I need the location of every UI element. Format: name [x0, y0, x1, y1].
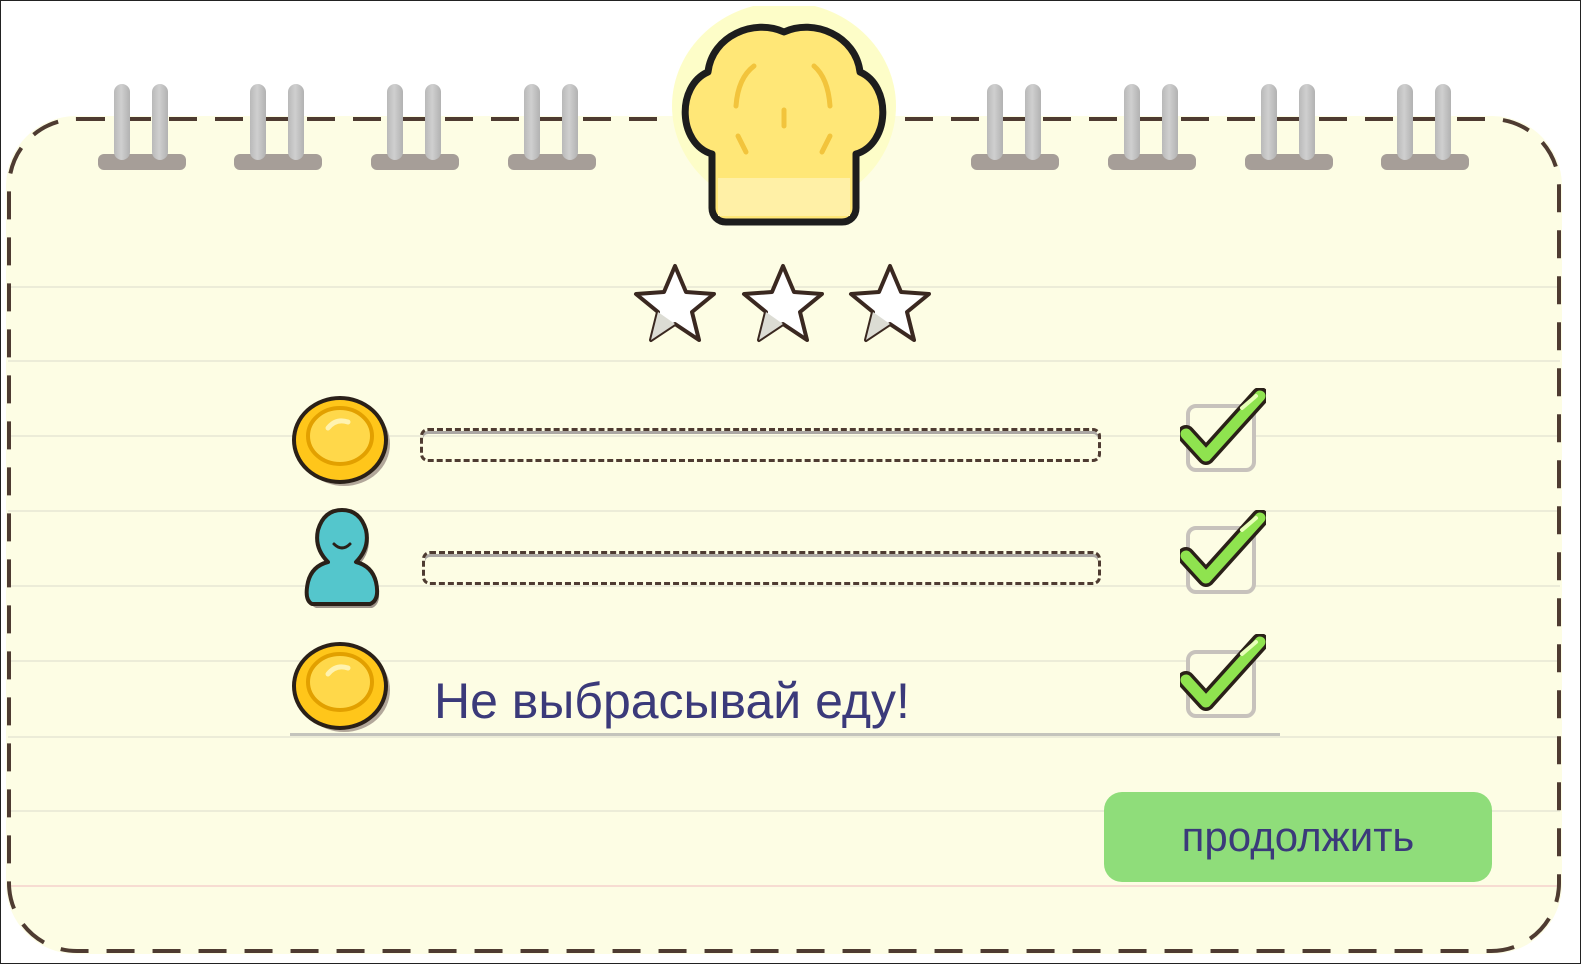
checkbox-checked-icon	[1180, 388, 1266, 472]
goal-underline	[290, 733, 1280, 736]
spiral-ring	[1245, 84, 1333, 170]
goal-text: Не выбрасывай еду!	[434, 673, 910, 729]
coin-icon	[292, 642, 390, 732]
star-icon	[634, 264, 716, 342]
spiral-ring	[98, 84, 186, 170]
spiral-ring	[371, 84, 459, 170]
coin-icon	[292, 396, 390, 486]
spiral-ring	[234, 84, 322, 170]
goal-blank-field	[420, 428, 1101, 462]
spiral-ring	[971, 84, 1059, 170]
ruled-line	[8, 360, 1560, 362]
continue-button-label: продолжить	[1181, 813, 1415, 860]
goal-blank-field	[422, 551, 1101, 585]
ruled-line	[8, 585, 1560, 587]
star-rating	[634, 264, 931, 342]
ruled-line-margin	[8, 885, 1560, 887]
ruled-line	[8, 510, 1560, 512]
ruled-line	[8, 736, 1560, 738]
person-icon	[304, 508, 380, 608]
spiral-ring	[1381, 84, 1469, 170]
checkbox-checked-icon	[1180, 510, 1266, 594]
spiral-ring	[1108, 84, 1196, 170]
spiral-ring	[508, 84, 596, 170]
chef-hat-icon	[672, 6, 896, 226]
continue-button[interactable]: продолжить	[1104, 792, 1492, 882]
checkbox-checked-icon	[1180, 634, 1266, 718]
ruled-line	[8, 660, 1560, 662]
star-icon	[849, 264, 931, 342]
star-icon	[742, 264, 824, 342]
